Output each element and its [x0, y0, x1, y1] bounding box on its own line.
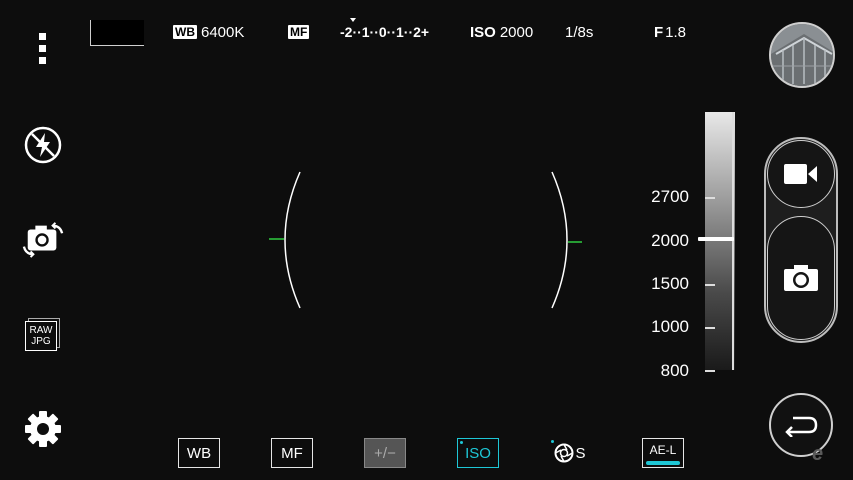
exposure-scale: -2··1··0··1··2+: [340, 18, 444, 48]
shutter-button[interactable]: [767, 216, 835, 340]
iso-slider-track[interactable]: [705, 112, 735, 370]
iso-tick: [705, 284, 715, 286]
exposure-compensation-button[interactable]: +/−: [364, 438, 406, 468]
ev-scale-text: -2··1··0··1··2+: [340, 24, 430, 40]
shutter-speed-button[interactable]: S: [549, 438, 591, 468]
camera-icon: [784, 265, 818, 291]
wb-value: 6400K: [201, 23, 245, 41]
iso-slider-rail: [732, 112, 734, 370]
shutter-speed-label: S: [575, 444, 586, 462]
iso-label-2000: 2000: [651, 231, 689, 250]
iso-slider-handle[interactable]: [698, 237, 734, 241]
shutter-value: 1/8s: [565, 23, 594, 41]
settings-button[interactable]: [22, 408, 64, 450]
iso-tag: ISO: [470, 23, 496, 41]
wb-tag: WB: [173, 25, 197, 39]
ae-lock-button[interactable]: AE-L: [642, 438, 684, 468]
jpg-label: JPG: [31, 336, 51, 347]
aperture-status: F 1.8: [654, 22, 686, 42]
shutter-status: 1/8s: [565, 22, 593, 42]
active-indicator: [460, 441, 463, 444]
more-vertical-icon: [39, 33, 46, 64]
focus-tag: MF: [288, 25, 310, 39]
iso-label-800: 800: [660, 361, 689, 380]
ev-pointer-icon: [350, 18, 356, 22]
watermark-logo: e: [812, 443, 824, 465]
gear-icon: [25, 411, 61, 447]
manual-focus-button[interactable]: MF: [271, 438, 313, 468]
iso-button[interactable]: ISO: [457, 438, 499, 468]
iso-tick: [705, 327, 715, 329]
more-options-button[interactable]: [22, 28, 64, 70]
iso-tick: [705, 370, 715, 372]
raw-label: RAW: [29, 325, 53, 336]
flash-button[interactable]: [22, 124, 64, 166]
raw-jpg-button[interactable]: RAW JPG: [22, 314, 64, 356]
switch-camera-button[interactable]: [22, 218, 64, 260]
focus-mode-status: MF: [288, 22, 313, 42]
video-record-button[interactable]: [767, 140, 835, 208]
thumbnail-image: [771, 24, 833, 86]
flash-off-icon: [24, 126, 62, 164]
raw-jpg-icon: RAW JPG: [25, 318, 61, 352]
histogram: [90, 20, 144, 46]
aperture-value: 1.8: [665, 23, 687, 41]
iso-label-1000: 1000: [651, 317, 689, 336]
ae-lock-indicator: [646, 461, 680, 465]
iso-label-2700: 2700: [651, 187, 689, 206]
active-indicator: [551, 440, 554, 443]
focus-frame: [269, 171, 582, 309]
aperture-icon: [554, 443, 574, 463]
white-balance-status: WB 6400K: [173, 22, 244, 42]
iso-value: 2000: [499, 23, 534, 41]
video-camera-icon: [784, 164, 817, 184]
aperture-tag: F: [654, 23, 664, 41]
back-arrow-icon: [785, 416, 818, 437]
iso-button-label: ISO: [465, 444, 491, 462]
iso-tick: [705, 197, 715, 199]
iso-label-1500: 1500: [651, 274, 689, 293]
white-balance-button[interactable]: WB: [178, 438, 220, 468]
iso-status: ISO 2000: [470, 22, 533, 42]
gallery-thumbnail[interactable]: [769, 22, 835, 88]
ae-lock-label: AE-L: [649, 443, 677, 457]
switch-camera-icon: [22, 222, 64, 258]
